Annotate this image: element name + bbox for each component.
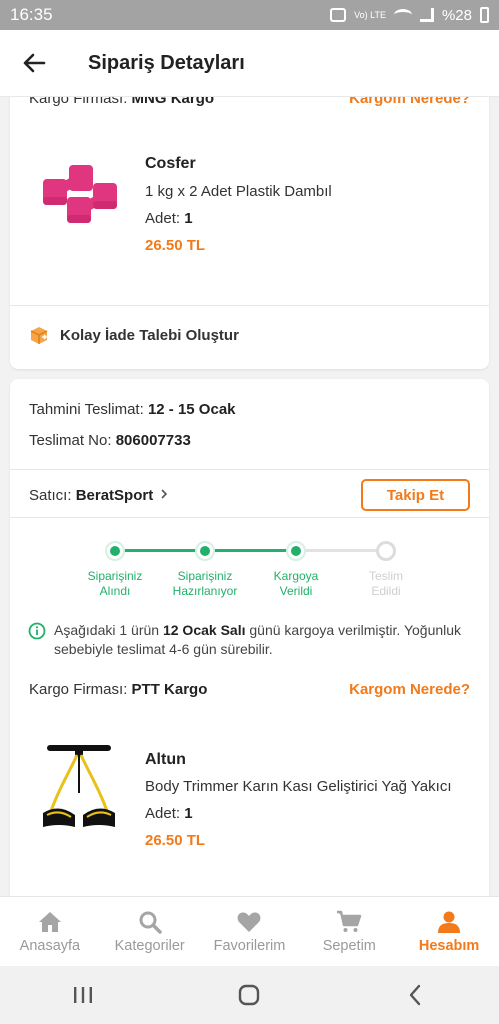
status-icons: Vo) LTE %28 bbox=[330, 7, 489, 24]
back-arrow-icon bbox=[23, 53, 46, 73]
quantity-label: Adet: bbox=[145, 210, 181, 227]
progress-line bbox=[296, 549, 386, 552]
easy-return-button[interactable]: Kolay İade Talebi Oluştur bbox=[28, 325, 239, 345]
nav-item-categories[interactable]: Kategoriler bbox=[100, 897, 200, 966]
chevron-right-icon bbox=[161, 489, 168, 499]
nav-label-account: Hesabım bbox=[418, 937, 480, 954]
status-bar: 16:35 Vo) LTE %28 bbox=[0, 0, 499, 30]
product-quantity: Adet: 1 bbox=[145, 805, 193, 822]
nav-item-home[interactable]: Anasayfa bbox=[0, 897, 100, 966]
quantity-label: Adet: bbox=[145, 805, 181, 822]
bottom-navigation: Anasayfa Kategoriler Favorilerim Sepetim… bbox=[0, 896, 499, 966]
product-price: 26.50 TL bbox=[145, 832, 206, 849]
info-icon bbox=[28, 622, 46, 640]
step-dot-delivered bbox=[376, 541, 396, 561]
nav-item-account[interactable]: Hesabım bbox=[399, 897, 499, 966]
shipping-info-notice: Aşağıdaki 1 ürün 12 Ocak Salı günü kargo… bbox=[28, 621, 478, 659]
where-is-my-cargo-link[interactable]: Kargom Nerede? bbox=[349, 681, 470, 698]
step-label-shipped: Kargoya Verildi bbox=[273, 569, 319, 598]
divider bbox=[10, 517, 489, 518]
user-icon bbox=[438, 911, 461, 933]
heart-icon bbox=[238, 911, 261, 932]
cargo-company-label: Kargo Firması: bbox=[29, 681, 128, 698]
delivery-number-value: 806007733 bbox=[115, 432, 191, 449]
signal-icon bbox=[419, 8, 434, 22]
battery-icon bbox=[480, 7, 489, 23]
nav-item-cart[interactable]: Sepetim bbox=[299, 897, 399, 966]
cart-icon bbox=[337, 910, 362, 932]
divider bbox=[10, 469, 489, 470]
wifi-icon bbox=[393, 9, 412, 21]
divider bbox=[10, 305, 489, 306]
back-button[interactable] bbox=[0, 30, 60, 97]
home-icon bbox=[38, 911, 61, 932]
step-dot-received bbox=[105, 541, 125, 561]
product-image-body-trimmer[interactable] bbox=[29, 733, 129, 833]
estimated-delivery-row: Tahmini Teslimat: 12 - 15 Ocak bbox=[29, 401, 236, 418]
page-title: Sipariş Detayları bbox=[88, 51, 245, 74]
return-box-icon bbox=[30, 327, 48, 344]
step-label-delivered: Teslim Edildi bbox=[368, 569, 403, 598]
progress-line bbox=[115, 549, 205, 552]
status-time: 16:35 bbox=[10, 5, 53, 24]
alarm-icon bbox=[330, 8, 347, 22]
volte-indicator: Vo) LTE bbox=[354, 9, 386, 20]
order-detail-content[interactable]: Kargo Firması: MNG Kargo Kargom Nerede? … bbox=[0, 97, 499, 896]
delivery-number-label: Teslimat No: bbox=[29, 432, 112, 449]
home-button-icon[interactable] bbox=[237, 983, 261, 1007]
seller-row[interactable]: Satıcı: BeratSport bbox=[29, 487, 169, 504]
where-is-my-cargo-link[interactable]: Kargom Nerede? bbox=[349, 97, 470, 107]
recent-apps-icon[interactable] bbox=[71, 984, 95, 1006]
product-price: 26.50 TL bbox=[145, 237, 206, 254]
nav-label-home: Anasayfa bbox=[19, 937, 81, 954]
product-image-dumbbell[interactable] bbox=[29, 145, 129, 245]
shipping-info-text: Aşağıdaki 1 ürün 12 Ocak Salı günü kargo… bbox=[54, 622, 462, 657]
nav-label-cart: Sepetim bbox=[322, 937, 376, 954]
system-back-icon[interactable] bbox=[404, 983, 428, 1007]
estimated-delivery-value: 12 - 15 Ocak bbox=[147, 401, 236, 418]
delivery-number-row: Teslimat No: 806007733 bbox=[29, 432, 191, 449]
product-brand: Cosfer bbox=[145, 155, 196, 172]
nav-label-favorites: Favorilerim bbox=[213, 937, 286, 954]
seller-label: Satıcı: bbox=[29, 487, 72, 504]
quantity-value: 1 bbox=[184, 210, 193, 227]
product-name[interactable]: 1 kg x 2 Adet Plastik Dambıl bbox=[145, 183, 470, 200]
app-header: Sipariş Detayları bbox=[0, 30, 499, 97]
nav-label-categories: Kategoriler bbox=[114, 937, 185, 954]
step-label-received: Siparişiniz Alındı bbox=[87, 569, 143, 598]
shipment-card-1: Kargo Firması: MNG Kargo Kargom Nerede? … bbox=[10, 97, 489, 369]
step-label-preparing: Siparişiniz Hazırlanıyor bbox=[172, 569, 238, 598]
step-dot-shipped bbox=[286, 541, 306, 561]
seller-name: BeratSport bbox=[75, 487, 154, 504]
cargo-company-value: MNG Kargo bbox=[131, 97, 215, 107]
product-quantity: Adet: 1 bbox=[145, 210, 193, 227]
product-name[interactable]: Body Trimmer Karın Kası Geliştirici Yağ … bbox=[145, 778, 470, 795]
nav-item-favorites[interactable]: Favorilerim bbox=[200, 897, 300, 966]
quantity-value: 1 bbox=[184, 805, 193, 822]
cargo-company-row: Kargo Firması: MNG Kargo bbox=[29, 97, 214, 107]
system-navigation-bar bbox=[0, 966, 499, 1024]
estimated-delivery-label: Tahmini Teslimat: bbox=[29, 401, 144, 418]
cargo-company-value: PTT Kargo bbox=[131, 681, 208, 698]
battery-percent: %28 bbox=[441, 6, 472, 24]
follow-seller-button[interactable]: Takip Et bbox=[361, 479, 470, 511]
cargo-company-label: Kargo Firması: bbox=[29, 97, 128, 107]
progress-line bbox=[205, 549, 296, 552]
easy-return-label: Kolay İade Talebi Oluştur bbox=[60, 326, 239, 344]
product-brand: Altun bbox=[145, 751, 186, 768]
search-icon bbox=[139, 911, 162, 934]
order-progress-tracker: Siparişiniz Alındı Siparişiniz Hazırlanıyo… bbox=[10, 539, 489, 609]
step-dot-preparing bbox=[195, 541, 215, 561]
cargo-company-row: Kargo Firması: PTT Kargo bbox=[29, 681, 207, 698]
shipment-card-2: Tahmini Teslimat: 12 - 15 Ocak Teslimat … bbox=[10, 379, 489, 896]
